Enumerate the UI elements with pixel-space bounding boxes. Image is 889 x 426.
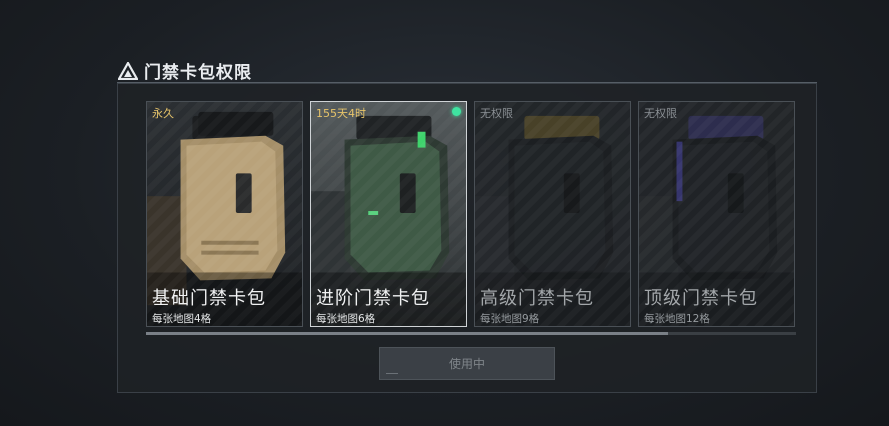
card-name: 顶级门禁卡包 bbox=[644, 288, 758, 309]
card-desc: 每张地图9格 bbox=[480, 313, 540, 325]
card-name: 进阶门禁卡包 bbox=[316, 288, 430, 309]
card-status: 无权限 bbox=[480, 107, 513, 120]
in-use-button[interactable]: 使用中 bbox=[379, 347, 555, 380]
active-indicator-icon bbox=[452, 107, 461, 116]
card-desc: 每张地图4格 bbox=[152, 313, 212, 325]
card-status: 155天4时 bbox=[316, 107, 366, 120]
card-pack-advanced[interactable]: 155天4时 进阶门禁卡包 每张地图6格 bbox=[310, 101, 467, 327]
card-pack-basic[interactable]: 永久 基础门禁卡包 每张地图4格 bbox=[146, 101, 303, 327]
card-pack-list: 永久 基础门禁卡包 每张地图4格 155天4时 进阶门禁卡包 每张地图6格 无权… bbox=[146, 101, 795, 327]
panel-header: 门禁卡包权限 bbox=[118, 58, 252, 83]
in-use-button-label: 使用中 bbox=[448, 357, 485, 371]
panel-title: 门禁卡包权限 bbox=[144, 63, 252, 83]
card-pack-elite[interactable]: 无权限 顶级门禁卡包 每张地图12格 bbox=[638, 101, 795, 327]
card-status: 无权限 bbox=[644, 107, 677, 120]
card-name: 基础门禁卡包 bbox=[152, 288, 266, 309]
card-name: 高级门禁卡包 bbox=[480, 288, 594, 309]
triangle-logo-icon bbox=[118, 61, 138, 80]
horizontal-scrollbar[interactable] bbox=[146, 332, 796, 335]
button-corner-mark bbox=[386, 373, 398, 374]
card-pack-premium[interactable]: 无权限 高级门禁卡包 每张地图9格 bbox=[474, 101, 631, 327]
card-desc: 每张地图6格 bbox=[316, 313, 376, 325]
card-status: 永久 bbox=[152, 107, 174, 120]
scrollbar-thumb[interactable] bbox=[146, 332, 668, 335]
card-desc: 每张地图12格 bbox=[644, 313, 710, 325]
